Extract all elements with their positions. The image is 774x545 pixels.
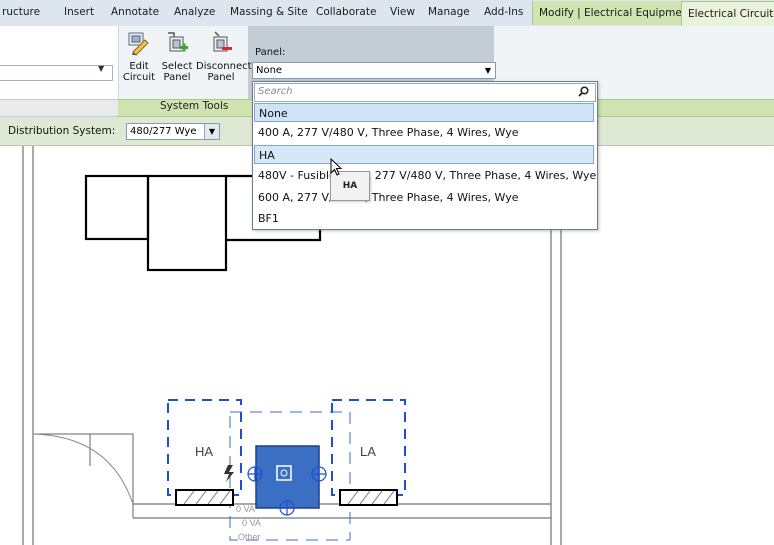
tab-analyze[interactable]: Analyze [174, 0, 215, 25]
panel-dropdown-list[interactable]: Search None 400 A, 277 V/480 V, Three Ph… [252, 81, 598, 230]
dropdown-item[interactable]: 400 A, 277 V/480 V, Three Phase, 4 Wires… [254, 123, 594, 142]
panel-select-value: None [256, 65, 283, 76]
connector-grip-icon[interactable] [279, 500, 295, 516]
tab-structure[interactable]: ructure [2, 0, 40, 25]
distribution-system-select[interactable]: 480/277 Wye ▼ [126, 123, 220, 140]
tag-line: Other [238, 532, 261, 542]
select-panel-icon [168, 32, 188, 52]
select-panel-button[interactable]: Select Panel [158, 30, 196, 83]
dropdown-item[interactable]: HA [254, 145, 594, 164]
panel-ha-base [175, 489, 234, 506]
dropdown-item[interactable]: 480V - Fusible 400A, 277 V/480 V, Three … [254, 166, 596, 185]
type-selector[interactable] [0, 65, 113, 81]
tab-insert[interactable]: Insert [64, 0, 94, 25]
select-panel-label: Select Panel [161, 61, 193, 83]
distribution-system-label: Distribution System: [8, 125, 116, 137]
disconnect-panel-button[interactable]: Disconnect Panel [196, 30, 252, 83]
chevron-down-icon[interactable]: ▼ [204, 124, 219, 139]
tab-view[interactable]: View [390, 0, 415, 25]
connector-grip-icon[interactable] [311, 466, 327, 482]
distribution-system-value: 480/277 Wye [130, 126, 197, 137]
tab-massing-site[interactable]: Massing & Site [230, 0, 308, 25]
panel-select[interactable]: None ▼ [252, 62, 496, 79]
panel-field-label: Panel: [255, 47, 286, 58]
electrical-lightning-icon [224, 465, 234, 482]
chevron-down-icon[interactable]: ▼ [98, 64, 104, 73]
equipment-symbol-icon [276, 465, 292, 481]
tab-collaborate[interactable]: Collaborate [316, 0, 376, 25]
tab-add-ins[interactable]: Add-Ins [484, 0, 523, 25]
tab-electrical-circuits[interactable]: Electrical Circuits [681, 1, 774, 27]
tag-line: 0 VA [242, 518, 261, 528]
dropdown-item[interactable]: BF1 [254, 209, 594, 228]
mouse-pointer-icon [330, 158, 343, 176]
system-tools-caption: System Tools [160, 100, 229, 112]
ribbon-tab-bar: ructure Insert Annotate Analyze Massing … [0, 0, 774, 27]
dropdown-search-placeholder: Search [258, 86, 293, 97]
door-swing [32, 433, 134, 505]
panel-ha-label: HA [195, 444, 213, 459]
disconnect-panel-icon [213, 31, 232, 52]
edit-circuit-label: Edit Circuit [122, 61, 156, 83]
tag-line: 0 VA [236, 504, 255, 514]
ribbon-left-panel [0, 26, 119, 99]
tab-manage[interactable]: Manage [428, 0, 470, 25]
tab-annotate[interactable]: Annotate [111, 0, 159, 25]
connector-grip-icon[interactable] [247, 466, 263, 482]
chevron-down-icon: ▼ [484, 66, 491, 75]
edit-circuit-icon [128, 32, 149, 56]
door-frame [33, 433, 91, 466]
edit-circuit-button[interactable]: Edit Circuit [120, 30, 158, 83]
dropdown-item[interactable]: 600 A, 277 V/480 V, Three Phase, 4 Wires… [254, 188, 594, 207]
panel-la-base [339, 489, 398, 506]
dropdown-search-input[interactable]: Search [254, 83, 596, 102]
dropdown-item[interactable]: None [254, 103, 594, 122]
panel-la-label: LA [360, 444, 376, 459]
tab-modify-electrical-equipment[interactable]: Modify | Electrical Equipment [532, 1, 700, 25]
door-leaf [90, 433, 134, 518]
panel-caption-left [0, 99, 118, 117]
search-icon[interactable] [578, 86, 589, 97]
disconnect-panel-label: Disconnect Panel [196, 61, 252, 83]
